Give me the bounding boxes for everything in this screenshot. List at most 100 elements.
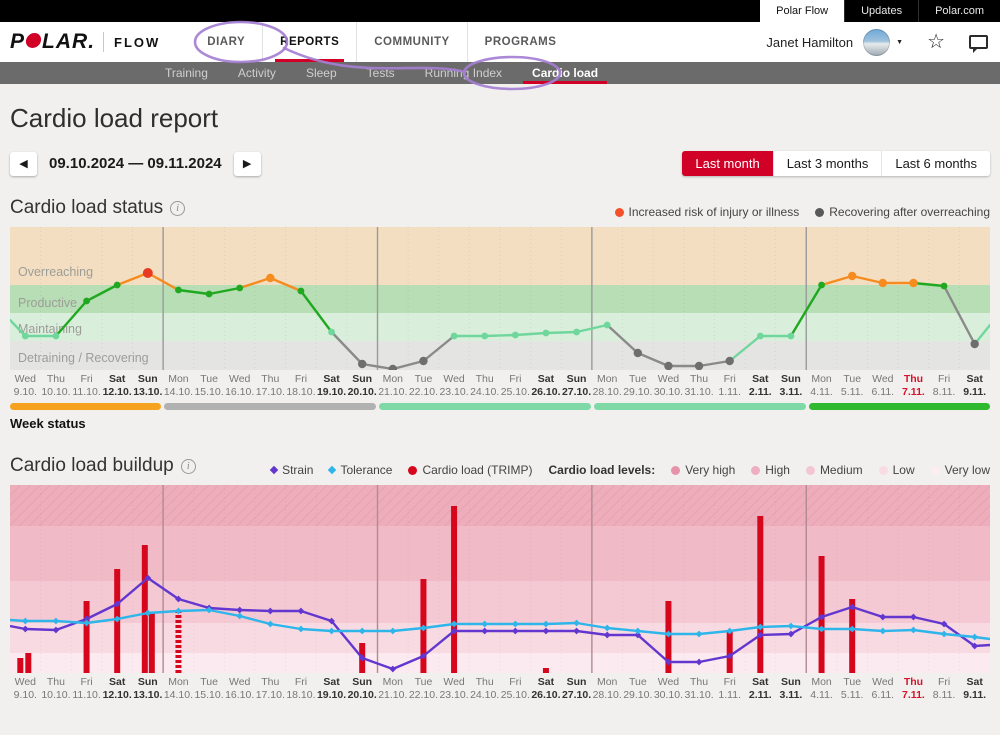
axis-day-label: Sun27.10.: [561, 676, 592, 702]
axis-day-label: Mon28.10.: [592, 373, 623, 399]
legend-item: Strain: [271, 463, 313, 477]
legend-label: Cardio load levels:: [549, 463, 656, 477]
axis-day-label: Mon28.10.: [592, 676, 623, 702]
axis-day-label: Sun13.10.: [133, 373, 164, 399]
axis-day-label: Fri1.11.: [714, 373, 745, 399]
content: Cardio load report ◀ 09.10.2024 — 09.11.…: [0, 103, 1000, 703]
main-header: PLAR. FLOW DIARY REPORTS COMMUNITY PROGR…: [0, 22, 1000, 62]
legend-item: High: [751, 463, 790, 477]
avatar[interactable]: [863, 29, 890, 56]
axis-day-label: Wed9.10.: [10, 676, 41, 702]
chevron-down-icon[interactable]: ▼: [896, 39, 903, 46]
previous-period-button[interactable]: ◀: [10, 152, 37, 176]
axis-day-label: Sat26.10.: [531, 676, 562, 702]
legend-marker-icon: [751, 466, 760, 475]
axis-day-label: Mon21.10.: [378, 373, 409, 399]
nav-item-community[interactable]: COMMUNITY: [356, 22, 466, 62]
subnav-item-cardio-load[interactable]: Cardio load: [517, 62, 613, 84]
axis-day-label: Sat12.10.: [102, 676, 133, 702]
last-month-button[interactable]: Last month: [682, 151, 772, 176]
axis-day-label: Sun27.10.: [561, 373, 592, 399]
axis-day-label: Tue22.10.: [408, 373, 439, 399]
legend-label: Very high: [685, 463, 735, 477]
cardio-load-buildup-chart[interactable]: [10, 485, 990, 673]
legend-item: Recovering after overreaching: [815, 205, 990, 219]
legend-item: Medium: [806, 463, 863, 477]
topbar-tab-polar-com[interactable]: Polar.com: [918, 0, 1000, 22]
favorites-star-icon[interactable]: ☆: [927, 32, 945, 52]
feedback-chat-icon[interactable]: [969, 35, 988, 49]
axis-day-label: Sat9.11.: [959, 373, 990, 399]
info-icon[interactable]: i: [181, 459, 196, 474]
axis-day-label: Thu31.10.: [684, 676, 715, 702]
logo-text: P: [10, 30, 25, 53]
legend-label: Low: [893, 463, 915, 477]
nav-item-reports[interactable]: REPORTS: [262, 22, 356, 62]
subnav-item-training[interactable]: Training: [150, 62, 223, 84]
axis-day-label: Mon4.11.: [806, 373, 837, 399]
legend-label: Medium: [820, 463, 863, 477]
axis-day-label: Sun20.10.: [347, 676, 378, 702]
reports-subnav: Training Activity Sleep Tests Running In…: [0, 62, 1000, 84]
axis-day-label: Thu31.10.: [684, 373, 715, 399]
week-status-segment: [164, 403, 376, 410]
axis-day-label: Tue5.11.: [837, 373, 868, 399]
logo-text: .: [88, 30, 95, 53]
week-status-segment: [809, 403, 991, 410]
axis-day-label: Sat19.10.: [316, 676, 347, 702]
axis-day-label: Mon4.11.: [806, 676, 837, 702]
last-6-months-button[interactable]: Last 6 months: [881, 151, 990, 176]
axis-day-label: Thu17.10.: [255, 373, 286, 399]
date-controls-row: ◀ 09.10.2024 — 09.11.2024 ▶ Last month L…: [10, 151, 990, 176]
topbar-tab-updates[interactable]: Updates: [844, 0, 918, 22]
axis-day-label: Fri8.11.: [929, 676, 960, 702]
legend-item: Very high: [671, 463, 735, 477]
product-name: FLOW: [114, 35, 160, 50]
axis-day-label: Thu10.10.: [41, 373, 72, 399]
axis-day-label: Fri18.10.: [286, 676, 317, 702]
status-section-title: Cardio load status i: [10, 197, 185, 219]
subnav-item-tests[interactable]: Tests: [352, 62, 410, 84]
legend-label: High: [765, 463, 790, 477]
legend-label: Increased risk of injury or illness: [629, 205, 800, 219]
buildup-legend: StrainToleranceCardio load (TRIMP)Cardio…: [271, 463, 990, 477]
logo-red-dot-icon: [25, 33, 42, 48]
legend-item: Cardio load (TRIMP): [408, 463, 532, 477]
info-icon[interactable]: i: [170, 201, 185, 216]
svg-text:Detraining / Recovering: Detraining / Recovering: [18, 351, 149, 365]
subnav-item-running-index[interactable]: Running Index: [410, 62, 517, 84]
axis-day-label: Tue15.10.: [194, 373, 225, 399]
legend-item: Low: [879, 463, 915, 477]
main-nav: DIARY REPORTS COMMUNITY PROGRAMS: [190, 22, 573, 62]
buildup-chart-x-axis: Wed9.10.Thu10.10.Fri11.10.Sat12.10.Sun13…: [10, 676, 990, 702]
axis-day-label: Wed23.10.: [439, 676, 470, 702]
nav-item-diary[interactable]: DIARY: [190, 22, 262, 62]
svg-text:Overreaching: Overreaching: [18, 265, 93, 279]
legend-marker-icon: [408, 466, 417, 475]
axis-day-label: Tue29.10.: [623, 676, 654, 702]
axis-day-label: Tue15.10.: [194, 676, 225, 702]
date-range-label: 09.10.2024 — 09.11.2024: [49, 155, 222, 172]
axis-day-label: Sat2.11.: [745, 676, 776, 702]
svg-text:Productive: Productive: [18, 296, 77, 310]
subnav-item-sleep[interactable]: Sleep: [291, 62, 352, 84]
user-name[interactable]: Janet Hamilton: [766, 35, 853, 50]
axis-day-label: Sat12.10.: [102, 373, 133, 399]
week-status-segment: [10, 403, 161, 410]
last-3-months-button[interactable]: Last 3 months: [773, 151, 882, 176]
week-status-segment: [379, 403, 591, 410]
topbar-tab-polar-flow[interactable]: Polar Flow: [760, 0, 844, 22]
status-title-text: Cardio load status: [10, 197, 163, 219]
axis-day-label: Sat26.10.: [531, 373, 562, 399]
week-status-segment: [594, 403, 806, 410]
divider: [103, 32, 104, 52]
legend-item: Increased risk of injury or illness: [615, 205, 800, 219]
status-chart-x-axis: Wed9.10.Thu10.10.Fri11.10.Sat12.10.Sun13…: [10, 373, 990, 399]
nav-item-programs[interactable]: PROGRAMS: [467, 22, 574, 62]
axis-day-label: Mon21.10.: [378, 676, 409, 702]
next-period-button[interactable]: ▶: [234, 152, 261, 176]
polar-logo[interactable]: PLAR.: [10, 30, 95, 54]
legend-label: Very low: [945, 463, 990, 477]
subnav-item-activity[interactable]: Activity: [223, 62, 291, 84]
cardio-load-status-chart[interactable]: OverreachingProductiveMaintainingDetrain…: [10, 227, 990, 370]
